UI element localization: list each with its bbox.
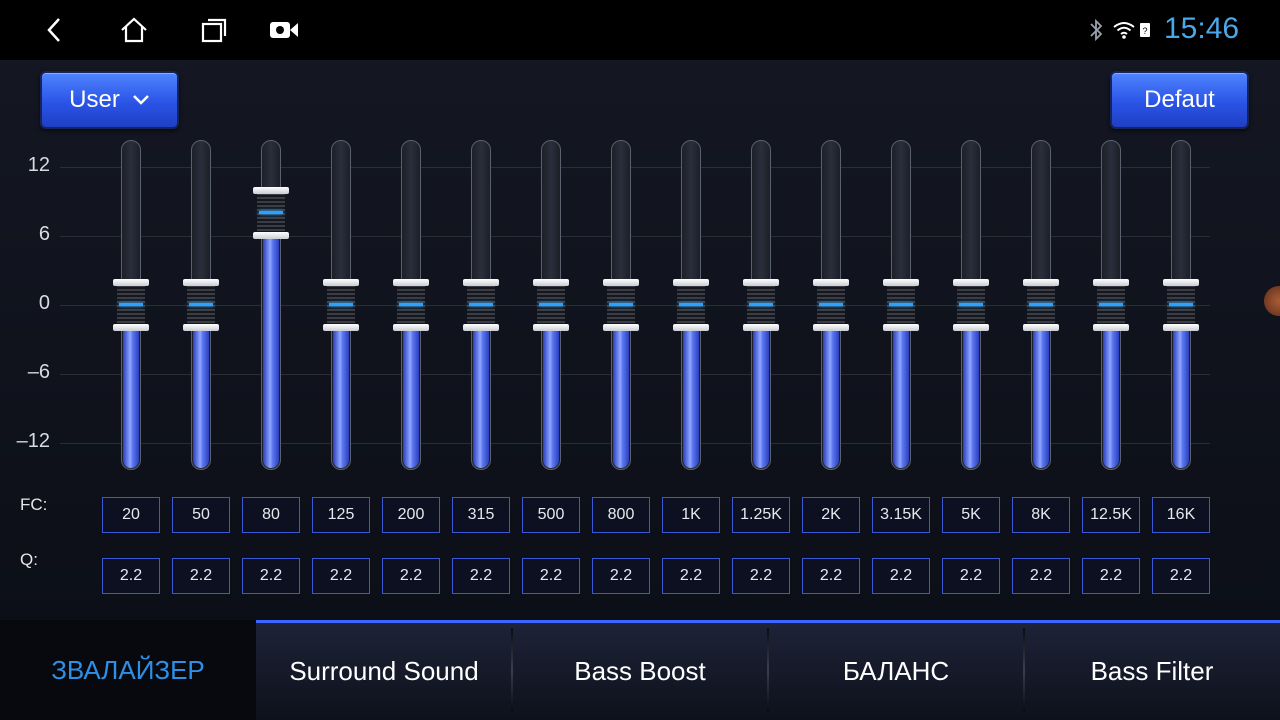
q-value-box[interactable]: 2.2 (522, 558, 580, 594)
eq-slider-knob[interactable] (953, 279, 989, 331)
preset-label: User (69, 86, 120, 113)
q-value-box[interactable]: 2.2 (662, 558, 720, 594)
eq-slider-knob[interactable] (673, 279, 709, 331)
q-value-box[interactable]: 2.2 (802, 558, 860, 594)
eq-slider-knob[interactable] (603, 279, 639, 331)
fc-value-box[interactable]: 8K (1012, 497, 1070, 533)
home-button[interactable] (112, 10, 156, 50)
fc-value-box[interactable]: 50 (172, 497, 230, 533)
fc-value-box[interactable]: 3.15K (872, 497, 930, 533)
gain-tick-label: 0 (38, 292, 50, 314)
video-camera-icon (270, 22, 298, 38)
tab-bass-filter[interactable]: Bass Filter (1024, 620, 1280, 720)
q-value-box[interactable]: 2.2 (942, 558, 1000, 594)
q-row-label: Q: (20, 550, 38, 569)
fc-value-box[interactable]: 200 (382, 497, 440, 533)
fc-value-box[interactable]: 2K (802, 497, 860, 533)
q-value-box[interactable]: 2.2 (1082, 558, 1140, 594)
q-value-box[interactable]: 2.2 (1012, 558, 1070, 594)
fc-value-box[interactable]: 12.5K (1082, 497, 1140, 533)
fc-row-label: FC: (20, 495, 48, 514)
tab-label: БАЛАНС (842, 656, 950, 686)
tab-label: Surround Sound (289, 656, 479, 686)
tab-label: Bass Filter (1090, 656, 1214, 686)
fc-value-box[interactable]: 125 (312, 497, 370, 533)
fc-value-box[interactable]: 20 (102, 497, 160, 533)
q-value-box[interactable]: 2.2 (242, 558, 300, 594)
fc-value-box[interactable]: 800 (592, 497, 650, 533)
fc-value-box[interactable]: 1.25K (732, 497, 790, 533)
eq-slider-fill (263, 213, 279, 468)
tab-bass-boost[interactable]: Bass Boost (512, 620, 768, 720)
back-button[interactable] (33, 10, 77, 50)
tab-label: Bass Boost (574, 656, 706, 686)
gain-tick-label: 12 (27, 154, 50, 176)
fc-value-box[interactable]: 16K (1152, 497, 1210, 533)
fc-value-box[interactable]: 500 (522, 497, 580, 533)
fc-value-box[interactable]: 1K (662, 497, 720, 533)
tab-divider (767, 628, 769, 712)
fc-value-box[interactable]: 5K (942, 497, 1000, 533)
q-value-box[interactable]: 2.2 (382, 558, 440, 594)
status-bar: ? 15:46 (0, 0, 1280, 60)
gain-tick-label: –6 (27, 361, 50, 383)
eq-slider-knob[interactable] (1093, 279, 1129, 331)
eq-slider-knob[interactable] (393, 279, 429, 331)
q-value-box[interactable]: 2.2 (1152, 558, 1210, 594)
back-icon (47, 18, 60, 42)
eq-slider-knob[interactable] (533, 279, 569, 331)
q-value-box[interactable]: 2.2 (592, 558, 650, 594)
wifi-icon (1113, 22, 1135, 39)
eq-slider-knob[interactable] (113, 279, 149, 331)
tab-divider (1023, 628, 1025, 712)
home-icon (121, 17, 147, 43)
bluetooth-icon (1090, 18, 1103, 42)
eq-slider-knob[interactable] (463, 279, 499, 331)
clock: 15:46 (1164, 12, 1240, 45)
eq-slider-knob[interactable] (1023, 279, 1059, 331)
fc-value-box[interactable]: 315 (452, 497, 510, 533)
gain-tick-label: 6 (38, 223, 50, 245)
eq-slider-knob[interactable] (323, 279, 359, 331)
camera-button[interactable] (262, 10, 306, 50)
q-value-box[interactable]: 2.2 (102, 558, 160, 594)
recent-apps-icon (201, 18, 227, 43)
tab-label: ЗВАЛАЙЗЕР (51, 654, 205, 685)
tab-bar: ЗВАЛАЙЗЕР Surround Sound Bass Boost БАЛА… (0, 620, 1280, 720)
tab-surround-sound[interactable]: Surround Sound (256, 620, 512, 720)
recent-apps-button[interactable] (192, 10, 236, 50)
q-value-box[interactable]: 2.2 (732, 558, 790, 594)
gain-tick-label: –12 (16, 430, 50, 452)
tab-divider (511, 628, 513, 712)
preset-dropdown[interactable]: User (40, 71, 179, 129)
eq-slider-knob[interactable] (1163, 279, 1199, 331)
q-value-box[interactable]: 2.2 (452, 558, 510, 594)
default-button[interactable]: Defaut (1110, 71, 1249, 129)
q-value-box[interactable]: 2.2 (872, 558, 930, 594)
fc-value-box[interactable]: 80 (242, 497, 300, 533)
q-value-box[interactable]: 2.2 (312, 558, 370, 594)
eq-slider-knob[interactable] (253, 187, 289, 239)
eq-slider-knob[interactable] (813, 279, 849, 331)
tab-balance[interactable]: БАЛАНС (768, 620, 1024, 720)
chevron-down-icon (132, 95, 149, 105)
tab-equalizer[interactable]: ЗВАЛАЙЗЕР (0, 620, 256, 720)
eq-slider-knob[interactable] (183, 279, 219, 331)
default-label: Defaut (1144, 86, 1215, 113)
sim-icon: ? (1140, 23, 1150, 37)
eq-slider-knob[interactable] (883, 279, 919, 331)
q-value-box[interactable]: 2.2 (172, 558, 230, 594)
svg-text:?: ? (1142, 26, 1147, 36)
eq-slider-knob[interactable] (743, 279, 779, 331)
